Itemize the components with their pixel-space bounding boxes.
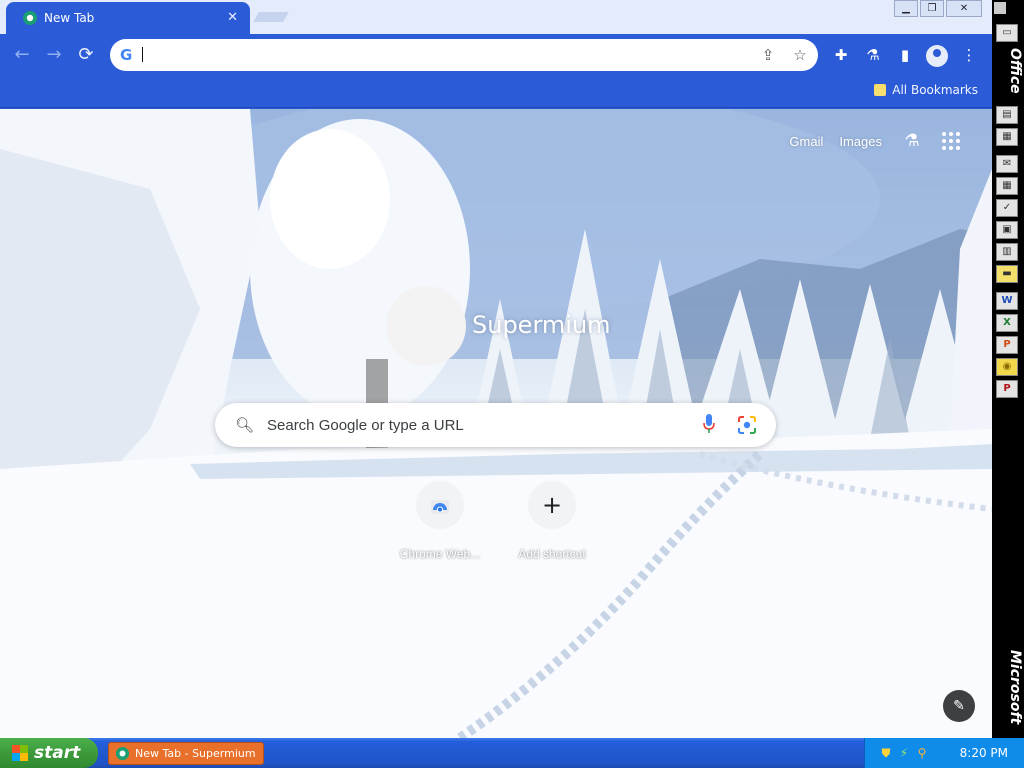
supermium-logo xyxy=(386,286,466,366)
side-panel-icon[interactable]: ▮ xyxy=(893,43,917,67)
labs-flask-icon[interactable]: ⚗ xyxy=(861,43,885,67)
search-icon: 🔍︎ xyxy=(235,416,255,434)
excel-icon[interactable]: X xyxy=(996,314,1018,332)
start-button[interactable]: start xyxy=(0,738,98,768)
all-bookmarks-button[interactable]: All Bookmarks xyxy=(874,83,978,97)
office-bar-top-label: Office xyxy=(1007,48,1023,94)
customize-pencil-icon[interactable]: ✎ xyxy=(943,690,975,722)
tab-close-icon[interactable]: ✕ xyxy=(227,10,238,25)
minimize-button[interactable]: ▁ xyxy=(894,0,918,17)
brand-wordmark: Supermium xyxy=(472,311,611,339)
word-icon[interactable]: W xyxy=(996,292,1018,310)
publisher-icon[interactable]: P xyxy=(996,380,1018,398)
extensions-puzzle-icon[interactable]: ✚ xyxy=(829,43,853,67)
contact-icon[interactable]: ▣ xyxy=(996,221,1018,239)
google-lens-icon[interactable] xyxy=(737,415,757,435)
access-icon[interactable]: ◉ xyxy=(996,358,1018,376)
start-label: start xyxy=(34,743,81,763)
images-link[interactable]: Images xyxy=(839,134,882,149)
restore-button[interactable]: ❐ xyxy=(920,0,944,17)
labs-flask-icon[interactable]: ⚗ xyxy=(898,131,926,151)
task-icon[interactable]: ✓ xyxy=(996,199,1018,217)
search-tray-icon[interactable]: ⚲ xyxy=(915,746,929,760)
tab-title: New Tab xyxy=(44,11,95,25)
search-placeholder[interactable]: Search Google or type a URL xyxy=(267,417,464,434)
google-g-icon: G xyxy=(120,46,133,64)
shortcut-tile xyxy=(416,481,464,529)
powerpoint-icon[interactable]: P xyxy=(996,336,1018,354)
forward-arrow-icon[interactable]: → xyxy=(42,43,66,67)
windows-flag-icon xyxy=(12,745,28,761)
binder-icon[interactable]: ▦ xyxy=(996,128,1018,146)
search-box[interactable]: 🔍︎ Search Google or type a URL xyxy=(215,403,776,447)
note-icon[interactable]: ▬ xyxy=(996,265,1018,283)
supermium-favicon-icon xyxy=(115,746,130,761)
security-shield-icon[interactable]: ⛊ xyxy=(879,746,893,760)
tab-strip: New Tab ✕ xyxy=(0,0,992,34)
shortcut-label: Add shortcut xyxy=(518,547,586,561)
office-bar-control-icon[interactable] xyxy=(994,2,1006,14)
journal-icon[interactable]: ▥ xyxy=(996,243,1018,261)
shortcut-chrome-web-store[interactable]: Chrome Web... xyxy=(392,481,488,561)
calendar-icon[interactable]: ▦ xyxy=(996,177,1018,195)
office-bar-bottom-label: Microsoft xyxy=(1007,650,1023,725)
gmail-link[interactable]: Gmail xyxy=(789,134,823,149)
taskbar-button-label: New Tab - Supermium xyxy=(135,747,256,760)
profile-avatar-icon[interactable] xyxy=(926,45,948,67)
address-bar[interactable]: G ⇪ ☆ xyxy=(110,39,818,71)
mail-icon[interactable]: ✉ xyxy=(996,155,1018,173)
tab-new-tab[interactable]: New Tab ✕ xyxy=(6,2,250,34)
folder-icon xyxy=(874,84,887,96)
shortcut-label: Chrome Web... xyxy=(399,547,481,561)
chrome-web-store-icon xyxy=(431,500,449,514)
shortcut-tile: + xyxy=(528,481,576,529)
folder-icon[interactable]: ▭ xyxy=(996,24,1018,42)
window-controls: ▁ ❐ ✕ xyxy=(894,0,984,18)
shortcut-add[interactable]: + Add shortcut xyxy=(504,481,600,561)
browser-toolbar: ← → ⟳ G ⇪ ☆ ✚ ⚗ ▮ ⋮ xyxy=(0,34,992,76)
system-tray: ⛊ ⚡ ⚲ 8:20 PM xyxy=(864,738,1024,768)
supermium-favicon-icon xyxy=(23,11,37,25)
menu-kebab-icon[interactable]: ⋮ xyxy=(957,43,981,67)
plus-icon: + xyxy=(541,491,563,519)
taskbar-button-new-tab[interactable]: New Tab - Supermium xyxy=(108,742,264,765)
microphone-icon[interactable] xyxy=(703,414,715,434)
office-doc-icon[interactable]: ▤ xyxy=(996,106,1018,124)
new-tab-page: Gmail Images ⚗ Supermium 🔍︎ Search Googl… xyxy=(0,109,992,738)
new-tab-button[interactable] xyxy=(253,12,289,22)
top-links: Gmail Images ⚗ xyxy=(789,131,960,151)
close-window-button[interactable]: ✕ xyxy=(946,0,982,17)
bookmarks-bar: All Bookmarks xyxy=(0,76,992,108)
share-icon[interactable]: ⇪ xyxy=(758,45,778,65)
back-arrow-icon[interactable]: ← xyxy=(10,43,34,67)
office-shortcut-bar: ▭ Office ▤ ▦ ✉ ▦ ✓ ▣ ▥ ▬ W X P ◉ P Micro… xyxy=(992,0,1024,738)
apps-grid-icon[interactable] xyxy=(942,132,960,150)
all-bookmarks-label: All Bookmarks xyxy=(892,83,978,97)
clock: 8:20 PM xyxy=(959,746,1008,760)
taskbar: start New Tab - Supermium ▤ ⛊ ⚡ ⚲ 8:20 P… xyxy=(0,738,1024,768)
network-icon[interactable]: ⚡ xyxy=(897,746,911,760)
reload-icon[interactable]: ⟳ xyxy=(74,43,98,67)
bookmark-star-icon[interactable]: ☆ xyxy=(790,45,810,65)
text-caret xyxy=(142,47,143,62)
